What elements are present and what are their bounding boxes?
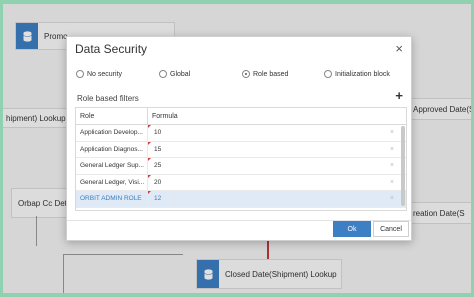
formula-value: 10 — [154, 129, 162, 137]
table-row[interactable]: Application Diagnos... 15 × — [76, 141, 406, 158]
security-mode-radio-group: No security Global Role based Initializa… — [76, 70, 406, 82]
formula-cell[interactable]: 12 — [148, 191, 406, 207]
radio-circle-icon — [324, 70, 332, 78]
radio-label: Global — [170, 70, 191, 78]
data-security-dialog: Data Security × No security Global Role … — [66, 36, 412, 241]
edited-marker-icon — [148, 125, 151, 128]
formula-cell[interactable]: 10 — [148, 125, 406, 141]
ok-button[interactable]: Ok — [333, 221, 371, 237]
radio-no-security[interactable]: No security — [76, 70, 122, 78]
add-filter-button[interactable]: + — [395, 89, 403, 102]
role-cell[interactable]: General Ledger, Visi... — [76, 174, 148, 190]
delete-row-icon[interactable]: × — [390, 146, 394, 153]
column-header-role[interactable]: Role — [76, 108, 148, 124]
role-name: ORBIT ADMIN ROLE — [80, 195, 142, 203]
table-row[interactable]: General Ledger Sup... 25 × — [76, 158, 406, 175]
edited-marker-icon — [148, 191, 151, 194]
radio-label: No security — [87, 70, 123, 78]
table-row[interactable]: Application Develop... 10 × — [76, 125, 406, 142]
role-filters-table: Role Formula Application Develop... 10 ×… — [75, 107, 407, 211]
table-header: Role Formula — [76, 108, 406, 125]
role-cell[interactable]: Application Diagnos... — [76, 141, 148, 157]
edited-marker-icon — [148, 174, 151, 178]
edited-marker-icon — [148, 141, 151, 145]
formula-value: 12 — [154, 195, 162, 203]
column-header-formula[interactable]: Formula — [148, 108, 406, 124]
close-icon[interactable]: × — [395, 41, 403, 56]
cancel-button[interactable]: Cancel — [373, 221, 409, 237]
frame-bottom — [0, 293, 474, 297]
radio-label: Role based — [253, 70, 289, 78]
formula-cell[interactable]: 25 — [148, 158, 406, 174]
delete-row-icon[interactable]: × — [390, 129, 394, 136]
formula-cell[interactable]: 20 — [148, 174, 406, 191]
role-name: Application Develop... — [80, 129, 143, 137]
role-name: General Ledger Sup... — [80, 162, 144, 170]
radio-label: Initialization block — [335, 70, 390, 78]
formula-cell[interactable]: 15 — [148, 141, 406, 158]
radio-circle-icon — [159, 70, 167, 78]
role-cell[interactable]: General Ledger Sup... — [76, 158, 148, 174]
radio-circle-selected-icon — [242, 70, 250, 78]
formula-value: 25 — [154, 162, 162, 170]
delete-row-icon[interactable]: × — [390, 162, 394, 169]
edited-marker-icon — [148, 158, 151, 161]
role-name: Application Diagnos... — [80, 145, 143, 153]
delete-row-icon[interactable]: × — [390, 195, 394, 202]
delete-row-icon[interactable]: × — [390, 179, 394, 186]
formula-value: 20 — [154, 178, 162, 186]
table-row-selected[interactable]: ORBIT ADMIN ROLE 12 × — [76, 191, 406, 208]
role-name: General Ledger, Visi... — [80, 178, 145, 186]
table-row[interactable]: General Ledger, Visi... 20 × — [76, 174, 406, 191]
formula-value: 15 — [154, 145, 162, 153]
table-scrollbar[interactable] — [401, 126, 405, 206]
radio-initialization-block[interactable]: Initialization block — [324, 70, 390, 78]
radio-circle-icon — [76, 70, 84, 78]
dialog-title: Data Security — [75, 42, 148, 56]
role-based-filters-heading: Role based filters — [77, 94, 139, 103]
role-cell[interactable]: Application Develop... — [76, 125, 148, 141]
radio-global[interactable]: Global — [159, 70, 190, 78]
radio-role-based[interactable]: Role based — [242, 70, 288, 78]
role-cell[interactable]: ORBIT ADMIN ROLE — [76, 191, 148, 207]
